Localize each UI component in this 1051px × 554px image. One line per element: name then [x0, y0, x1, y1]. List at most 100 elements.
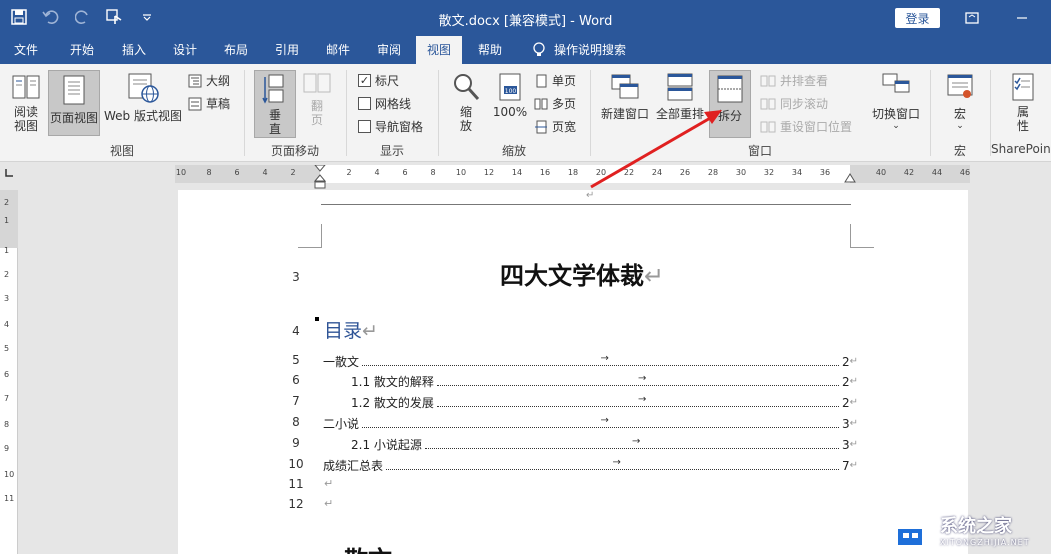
empty-paragraph-mark: ↵: [324, 477, 334, 490]
toc-page-number: 2: [841, 354, 850, 369]
multiple-pages-button[interactable]: 多页: [534, 95, 576, 112]
customize-qat-button[interactable]: [136, 6, 158, 28]
tab-layout[interactable]: 布局: [214, 36, 258, 64]
ruler-checkbox[interactable]: ✓ 标尺: [358, 72, 399, 89]
reset-window-position-button[interactable]: 重设窗口位置: [760, 118, 852, 135]
one-page-button[interactable]: 单页: [534, 72, 576, 89]
toc-entry[interactable]: 成绩汇总表 → 7 ↵: [323, 457, 858, 474]
vertical-ruler-tick-label: 8: [4, 420, 10, 429]
save-button[interactable]: [8, 6, 30, 28]
toc-page-number: 7: [841, 458, 850, 473]
minimize-button[interactable]: [1010, 6, 1034, 30]
ruler-tick-label: 32: [763, 168, 775, 177]
undo-icon: [42, 10, 59, 24]
svg-text:100: 100: [505, 88, 517, 95]
ribbon-display-options-button[interactable]: [960, 6, 984, 30]
navigation-pane-checkbox[interactable]: 导航窗格: [358, 118, 423, 135]
nav-pane-check-icon: [358, 120, 371, 133]
properties-label: 属 性: [1016, 105, 1029, 133]
heading-text: 四大文学体裁: [500, 262, 644, 290]
arrange-all-button[interactable]: 全部重排: [654, 72, 706, 138]
tab-file[interactable]: 文件: [4, 36, 48, 64]
header-paragraph-mark: ↵: [586, 190, 595, 201]
tab-review[interactable]: 审阅: [367, 36, 411, 64]
tab-help[interactable]: 帮助: [468, 36, 512, 64]
gridlines-checkbox[interactable]: 网格线: [358, 95, 411, 112]
ruler-tick-label: 28: [707, 168, 719, 177]
touch-mode-icon: [106, 9, 122, 24]
split-button[interactable]: 拆分: [709, 70, 751, 138]
macros-button[interactable]: 宏 ⌄: [940, 72, 980, 138]
synchronous-scrolling-button[interactable]: 同步滚动: [760, 95, 828, 112]
redo-button[interactable]: [72, 6, 94, 28]
ruler-tick-label: 6: [234, 168, 240, 177]
horizontal-ruler[interactable]: 10 8 6 4 2 2 4 6 8 10 12 14 16 18 20 22 24 26 28 30 32 34 36 40…: [175, 165, 970, 189]
tab-home[interactable]: 开始: [60, 36, 104, 64]
switch-windows-button[interactable]: 切换窗口 ⌄: [866, 72, 926, 138]
toc-entry[interactable]: 一散文 → 2 ↵: [323, 353, 858, 370]
toc-entry-text: 二小说: [323, 417, 360, 431]
read-mode-button[interactable]: 阅读 视图: [6, 72, 46, 138]
ruler-check-icon: ✓: [358, 74, 371, 87]
macros-group-label: 宏: [953, 144, 966, 158]
tab-view[interactable]: 视图: [416, 36, 462, 64]
toc-entry[interactable]: 1.2 散文的发展 → 2 ↵: [351, 394, 858, 411]
document-heading[interactable]: 四大文学体裁↵: [500, 256, 664, 291]
switch-windows-icon: [882, 73, 910, 93]
zoom-button[interactable]: 缩放: [448, 72, 484, 138]
toc-entry[interactable]: 二小说 → 3 ↵: [323, 415, 858, 432]
line-number: 5: [292, 353, 300, 367]
side-to-side-button[interactable]: 翻页: [300, 72, 334, 138]
undo-button[interactable]: [40, 6, 62, 28]
watermark-url: XITONGZHIJIA.NET: [940, 537, 1030, 547]
login-button[interactable]: 登录: [895, 8, 940, 28]
tab-selector[interactable]: [2, 166, 16, 180]
macros-label: 宏: [953, 107, 966, 121]
tab-insert[interactable]: 插入: [112, 36, 156, 64]
reset-position-label: 重设窗口位置: [780, 120, 853, 134]
paragraph-mark: ↵: [849, 439, 858, 450]
ruler-tick-label: 2: [346, 168, 352, 177]
right-indent-icon[interactable]: [844, 173, 856, 183]
properties-button[interactable]: 属 性: [1003, 72, 1043, 138]
ruler-tick-label: 8: [206, 168, 212, 177]
sync-scroll-label: 同步滚动: [780, 97, 829, 111]
new-window-button[interactable]: 新建窗口: [598, 72, 652, 138]
vertical-button[interactable]: 垂直: [254, 70, 296, 138]
tab-references[interactable]: 引用: [265, 36, 309, 64]
macro-icon: [947, 74, 973, 98]
toc-entry[interactable]: 2.1 小说起源 → 3 ↵: [351, 436, 858, 453]
house-logo-icon: [888, 512, 932, 545]
view-side-by-side-button[interactable]: 并排查看: [760, 72, 828, 89]
draft-label: 草稿: [206, 97, 231, 111]
switch-windows-label: 切换窗口: [871, 107, 920, 121]
indent-markers-icon[interactable]: [314, 165, 326, 191]
touch-mode-button[interactable]: [104, 6, 126, 28]
document-page[interactable]: ↵ 3 四大文学体裁↵ 4 目录↵ 11 ↵ 12 ↵ 散文 5一散文→2↵61…: [178, 190, 968, 554]
side-to-side-label: 翻页: [310, 99, 323, 127]
zoom-100-button[interactable]: 100 100%: [490, 72, 530, 138]
toc-entry-text: 成绩汇总表: [323, 459, 384, 473]
vertical-ruler-tick-label: 1: [4, 216, 10, 225]
print-layout-button[interactable]: 页面视图: [48, 70, 100, 136]
vertical-ruler-tick-label: 2: [4, 198, 10, 207]
vertical-ruler-tick-label: 6: [4, 370, 10, 379]
tab-mark: →: [637, 394, 647, 405]
paragraph-mark: ↵: [644, 262, 665, 290]
one-page-icon: [536, 74, 547, 87]
vertical-ruler[interactable]: 2 1 1 2 3 4 5 6 7 8 9 10 11: [0, 190, 18, 554]
toc-title[interactable]: 目录↵: [324, 316, 378, 343]
tab-design[interactable]: 设计: [163, 36, 207, 64]
tell-me-search[interactable]: 操作说明搜索: [532, 41, 626, 58]
web-layout-button[interactable]: Web 版式视图: [102, 72, 184, 138]
ruler-tick-label: 4: [374, 168, 380, 177]
ruler-tick-label: 24: [651, 168, 663, 177]
outline-button[interactable]: 大纲: [188, 72, 230, 89]
draft-button[interactable]: 草稿: [188, 95, 230, 112]
redo-icon: [75, 10, 88, 24]
page-width-button[interactable]: 页宽: [534, 118, 576, 135]
tab-mailings[interactable]: 邮件: [316, 36, 360, 64]
watermark-logo: 系统之家 XITONGZHIJIA.NET: [886, 504, 1051, 554]
next-section-heading[interactable]: 散文: [344, 540, 392, 554]
toc-entry[interactable]: 1.1 散文的解释 → 2 ↵: [351, 373, 858, 390]
